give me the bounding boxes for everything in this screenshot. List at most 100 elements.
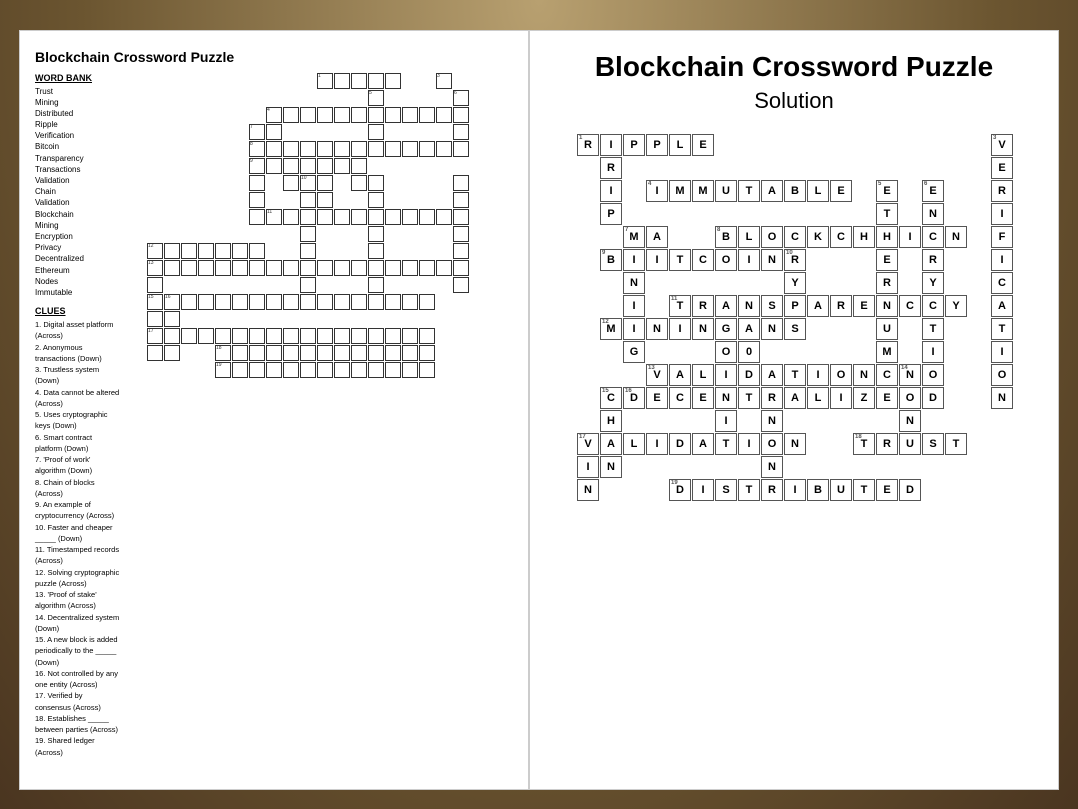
grid-cell bbox=[351, 209, 367, 225]
grid-cell bbox=[402, 345, 418, 361]
grid-cell bbox=[266, 141, 282, 157]
clue-item: 12. Solving cryptographic puzzle (Across… bbox=[35, 567, 120, 590]
grid-cell bbox=[249, 175, 265, 191]
grid-cell bbox=[300, 107, 316, 123]
solution-cell: P bbox=[600, 203, 622, 225]
clue-item: 16. Not controlled by any one entity (Ac… bbox=[35, 668, 120, 691]
word-bank-word: Immutable bbox=[35, 287, 120, 298]
solution-cell: H bbox=[600, 410, 622, 432]
solution-cell: M bbox=[669, 180, 691, 202]
solution-cell: 6E bbox=[922, 180, 944, 202]
grid-cell bbox=[402, 362, 418, 378]
solution-cell: K bbox=[807, 226, 829, 248]
solution-cell: A bbox=[692, 433, 714, 455]
grid-cell bbox=[453, 107, 469, 123]
grid-cell bbox=[181, 243, 197, 259]
solution-cell: R bbox=[761, 479, 783, 501]
clue-item: 2. Anonymous transactions (Down) bbox=[35, 342, 120, 365]
solution-cell: O bbox=[830, 364, 852, 386]
solution-cell: G bbox=[715, 318, 737, 340]
grid-cell bbox=[249, 294, 265, 310]
word-bank-list: TrustMiningDistributedRippleVerification… bbox=[35, 86, 120, 299]
solution-cell: T bbox=[738, 387, 760, 409]
grid-cell bbox=[232, 362, 248, 378]
clue-item: 3. Trustless system (Down) bbox=[35, 364, 120, 387]
solution-cell: T bbox=[669, 249, 691, 271]
grid-cell bbox=[300, 277, 316, 293]
grid-cell bbox=[351, 260, 367, 276]
solution-cell: C bbox=[876, 364, 898, 386]
grid-cell bbox=[453, 260, 469, 276]
grid-cell bbox=[300, 158, 316, 174]
grid-cell bbox=[385, 260, 401, 276]
solution-cell: P bbox=[784, 295, 806, 317]
solution-cell: A bbox=[807, 295, 829, 317]
grid-cell bbox=[385, 328, 401, 344]
grid-cell bbox=[453, 192, 469, 208]
grid-cell bbox=[283, 158, 299, 174]
grid-cell: 1 bbox=[317, 73, 333, 89]
grid-cell bbox=[232, 260, 248, 276]
solution-cell: C bbox=[922, 295, 944, 317]
solution-cell: N bbox=[876, 295, 898, 317]
solution-cell: I bbox=[600, 180, 622, 202]
crossword-grid: 1345678910111213141516171819 bbox=[130, 73, 520, 413]
solution-cell: A bbox=[991, 295, 1013, 317]
grid-cell bbox=[402, 141, 418, 157]
word-bank-title: WORD BANK bbox=[35, 73, 120, 83]
solution-cell: I bbox=[991, 203, 1013, 225]
solution-cell: D bbox=[669, 433, 691, 455]
grid-cell bbox=[317, 107, 333, 123]
solution-cell: 12M bbox=[600, 318, 622, 340]
grid-cell bbox=[453, 226, 469, 242]
word-bank-word: Encryption bbox=[35, 231, 120, 242]
solution-cell: E bbox=[876, 479, 898, 501]
grid-cell bbox=[266, 328, 282, 344]
grid-cell bbox=[266, 294, 282, 310]
solution-cell: A bbox=[669, 364, 691, 386]
solution-cell: E bbox=[991, 157, 1013, 179]
solution-cell: N bbox=[784, 433, 806, 455]
grid-cell bbox=[300, 141, 316, 157]
word-bank-word: Ethereum bbox=[35, 265, 120, 276]
word-bank-word: Ripple bbox=[35, 119, 120, 130]
solution-cell: R bbox=[761, 387, 783, 409]
solution-cell: N bbox=[945, 226, 967, 248]
grid-cell bbox=[317, 192, 333, 208]
solution-cell: 16D bbox=[623, 387, 645, 409]
word-bank-word: Trust bbox=[35, 86, 120, 97]
grid-cell bbox=[351, 328, 367, 344]
grid-cell bbox=[283, 175, 299, 191]
solution-cell: I bbox=[807, 364, 829, 386]
solution-cell: L bbox=[738, 226, 760, 248]
solution-cell: B bbox=[784, 180, 806, 202]
solution-cell: I bbox=[784, 479, 806, 501]
grid-cell bbox=[266, 345, 282, 361]
grid-cell bbox=[300, 294, 316, 310]
solution-cell: N bbox=[899, 410, 921, 432]
grid-cell bbox=[317, 260, 333, 276]
grid-cell bbox=[232, 328, 248, 344]
left-panel: Blockchain Crossword Puzzle WORD BANK Tr… bbox=[19, 30, 529, 790]
grid-cell: 19 bbox=[215, 362, 231, 378]
word-bank-word: Transparency bbox=[35, 153, 120, 164]
grid-cell bbox=[453, 209, 469, 225]
clue-item: 5. Uses cryptographic keys (Down) bbox=[35, 409, 120, 432]
grid-cell bbox=[402, 209, 418, 225]
clues-title: CLUES bbox=[35, 306, 120, 316]
solution-cell: N bbox=[853, 364, 875, 386]
grid-cell bbox=[198, 328, 214, 344]
grid-cell bbox=[283, 209, 299, 225]
grid-cell bbox=[249, 328, 265, 344]
grid-cell bbox=[334, 328, 350, 344]
left-title: Blockchain Crossword Puzzle bbox=[35, 49, 513, 65]
grid-cell bbox=[368, 226, 384, 242]
solution-cell: T bbox=[991, 318, 1013, 340]
solution-cell: 11T bbox=[669, 295, 691, 317]
grid-cell bbox=[283, 107, 299, 123]
solution-cell: I bbox=[922, 341, 944, 363]
solution-cell: Y bbox=[945, 295, 967, 317]
clues-list: 1. Digital asset platform (Across)2. Ano… bbox=[35, 319, 120, 758]
grid-cell bbox=[283, 141, 299, 157]
grid-cell bbox=[249, 209, 265, 225]
